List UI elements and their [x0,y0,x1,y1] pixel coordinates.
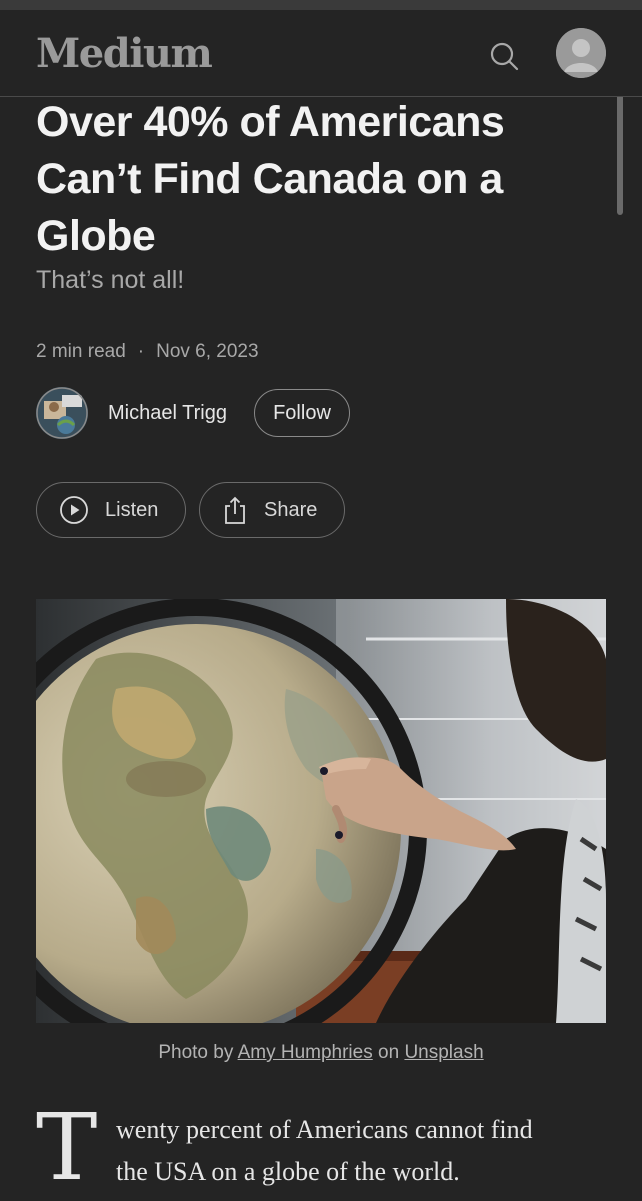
article-meta: 2 min read · Nov 6, 2023 [36,341,259,363]
article-subtitle: That’s not all! [36,266,185,294]
body-line-2: the USA on a globe of the world. [116,1157,460,1186]
hero-image [36,599,606,1023]
author-avatar[interactable] [36,387,88,439]
search-button[interactable] [486,38,522,74]
user-avatar-button[interactable] [556,28,606,78]
search-icon [490,42,519,71]
share-icon [225,496,245,524]
photographer-link[interactable]: Amy Humphries [238,1042,373,1063]
user-avatar-icon [556,28,606,78]
image-caption: Photo by Amy Humphries on Unsplash [0,1042,642,1064]
caption-mid: on [372,1042,405,1063]
share-button[interactable]: Share [199,482,345,538]
caption-prefix: Photo by [158,1042,238,1063]
listen-label: Listen [105,498,159,521]
author-name-link[interactable]: Michael Trigg [108,402,227,425]
play-circle-icon [60,496,88,524]
medium-logo[interactable]: Medium [36,30,213,77]
top-app-bar: Medium [0,10,642,97]
listen-button[interactable]: Listen [36,482,186,538]
globe-photo [36,599,606,1023]
author-avatar-image [36,387,88,439]
share-label: Share [264,498,318,521]
follow-button[interactable]: Follow [254,389,350,437]
read-time: 2 min read [36,341,126,362]
body-line-1: wenty percent of Americans cannot find [116,1115,533,1144]
publish-date: Nov 6, 2023 [156,341,259,362]
drop-cap: T [36,1094,98,1201]
unsplash-link[interactable]: Unsplash [404,1042,483,1063]
meta-separator: · [137,341,145,362]
article-title: Over 40% of Americans Can’t Find Canada … [36,98,505,260]
